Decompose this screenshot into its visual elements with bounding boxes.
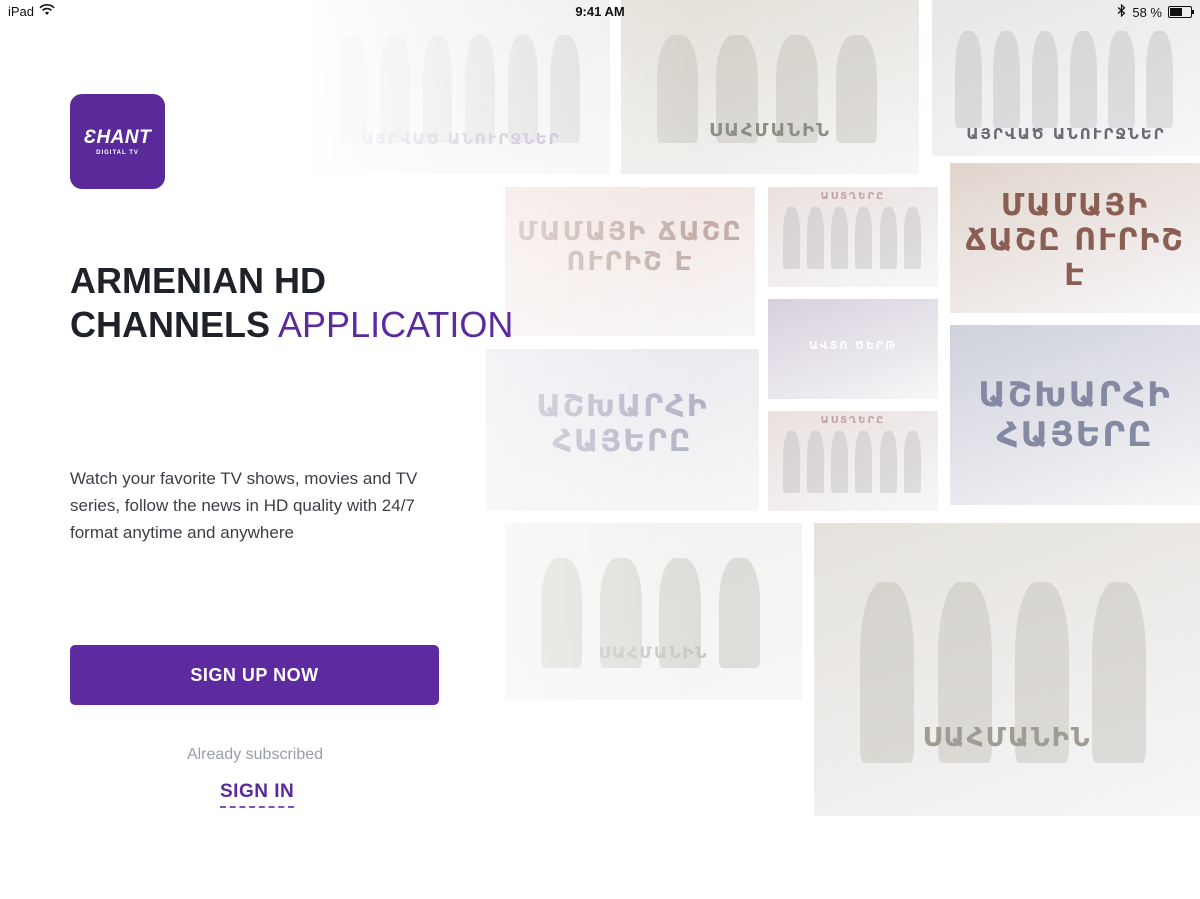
poster-title: ՄԱՄԱՅԻ ՃԱՇԸ ՈՒՐԻՇ Է [965,188,1185,293]
poster-fade-overlay [768,411,938,511]
status-bar: iPad 9:41 AM 58 % [0,0,1200,22]
bluetooth-icon [1117,3,1126,20]
show-poster: ՍԱՀՄԱՆԻՆ [814,523,1200,816]
already-subscribed-label: Already subscribed [186,746,324,763]
headline-line-2-accent: APPLICATION [278,304,514,345]
sign-up-button[interactable]: SIGN UP NOW [70,645,439,705]
show-poster: ՄԱՄԱՅԻ ՃԱՇԸ ՈՒՐԻՇ Է [950,163,1200,313]
logo-sub-text: DIGITAL TV [96,150,139,156]
headline-line-1: ARMENIAN HD [70,260,326,301]
poster-collage: ԱՅՐՎԱԾ ԱՆՈՒՐՋՆԵՐՍԱՀՄԱՆԻՆԱՅՐՎԱԾ ԱՆՈՒՐՋՆԵՐ… [0,0,1200,899]
shant-logo: ƐHANT DIGITAL TV [70,94,165,189]
battery-icon [1168,6,1194,18]
status-time: 9:41 AM [575,4,625,19]
poster-fade-overlay [814,523,1200,816]
poster-fade-overlay [768,187,938,287]
poster-title: ԱՇԽԱՐՀԻ ՀԱՅԵՐԸ [978,375,1172,455]
headline: ARMENIAN HD CHANNELS APPLICATION [70,259,513,347]
battery-percent: 58 % [1132,4,1162,20]
poster-title: ԱՎՏՈ ԾԵՐԹ [808,339,898,352]
poster-title: ՍԱՀՄԱՆԻՆ [922,723,1092,753]
poster-title: ԱՅՐՎԱԾ ԱՆՈՒՐՋՆԵՐ [966,125,1166,143]
show-poster: ԱՎՏՈ ԾԵՐԹ [768,299,938,399]
logo-main-text: ƐHANT [83,127,152,148]
poster-title: ԱՍՏՂԵՐԸ [820,191,886,202]
poster-title: ԱՍՏՂԵՐԸ [820,415,886,426]
app-description: Watch your favorite TV shows, movies and… [70,469,418,542]
show-poster: ԱՍՏՂԵՐԸ [768,411,938,511]
show-poster: ԱՇԽԱՐՀԻ ՀԱՅԵՐԸ [950,325,1200,505]
show-poster: ԱՍՏՂԵՐԸ [768,187,938,287]
show-poster: ԱՅՐՎԱԾ ԱՆՈՒՐՋՆԵՐ [932,0,1200,156]
headline-line-2-bold: CHANNELS [70,304,271,345]
sign-in-link[interactable]: SIGN IN [220,781,295,808]
